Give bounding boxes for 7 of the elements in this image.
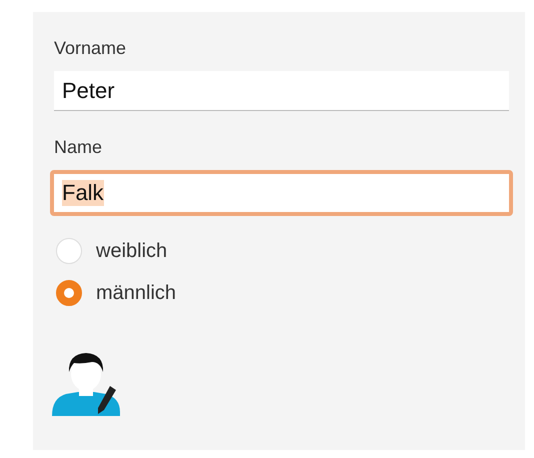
radio-label[interactable]: weiblich: [96, 240, 168, 262]
field-label: Name: [54, 137, 104, 158]
text-field[interactable]: Falk: [50, 170, 513, 216]
field-label: Vorname: [54, 38, 128, 59]
text-field[interactable]: Peter: [54, 71, 509, 111]
radio-label[interactable]: männlich: [96, 282, 176, 304]
radio-button[interactable]: [56, 280, 82, 306]
